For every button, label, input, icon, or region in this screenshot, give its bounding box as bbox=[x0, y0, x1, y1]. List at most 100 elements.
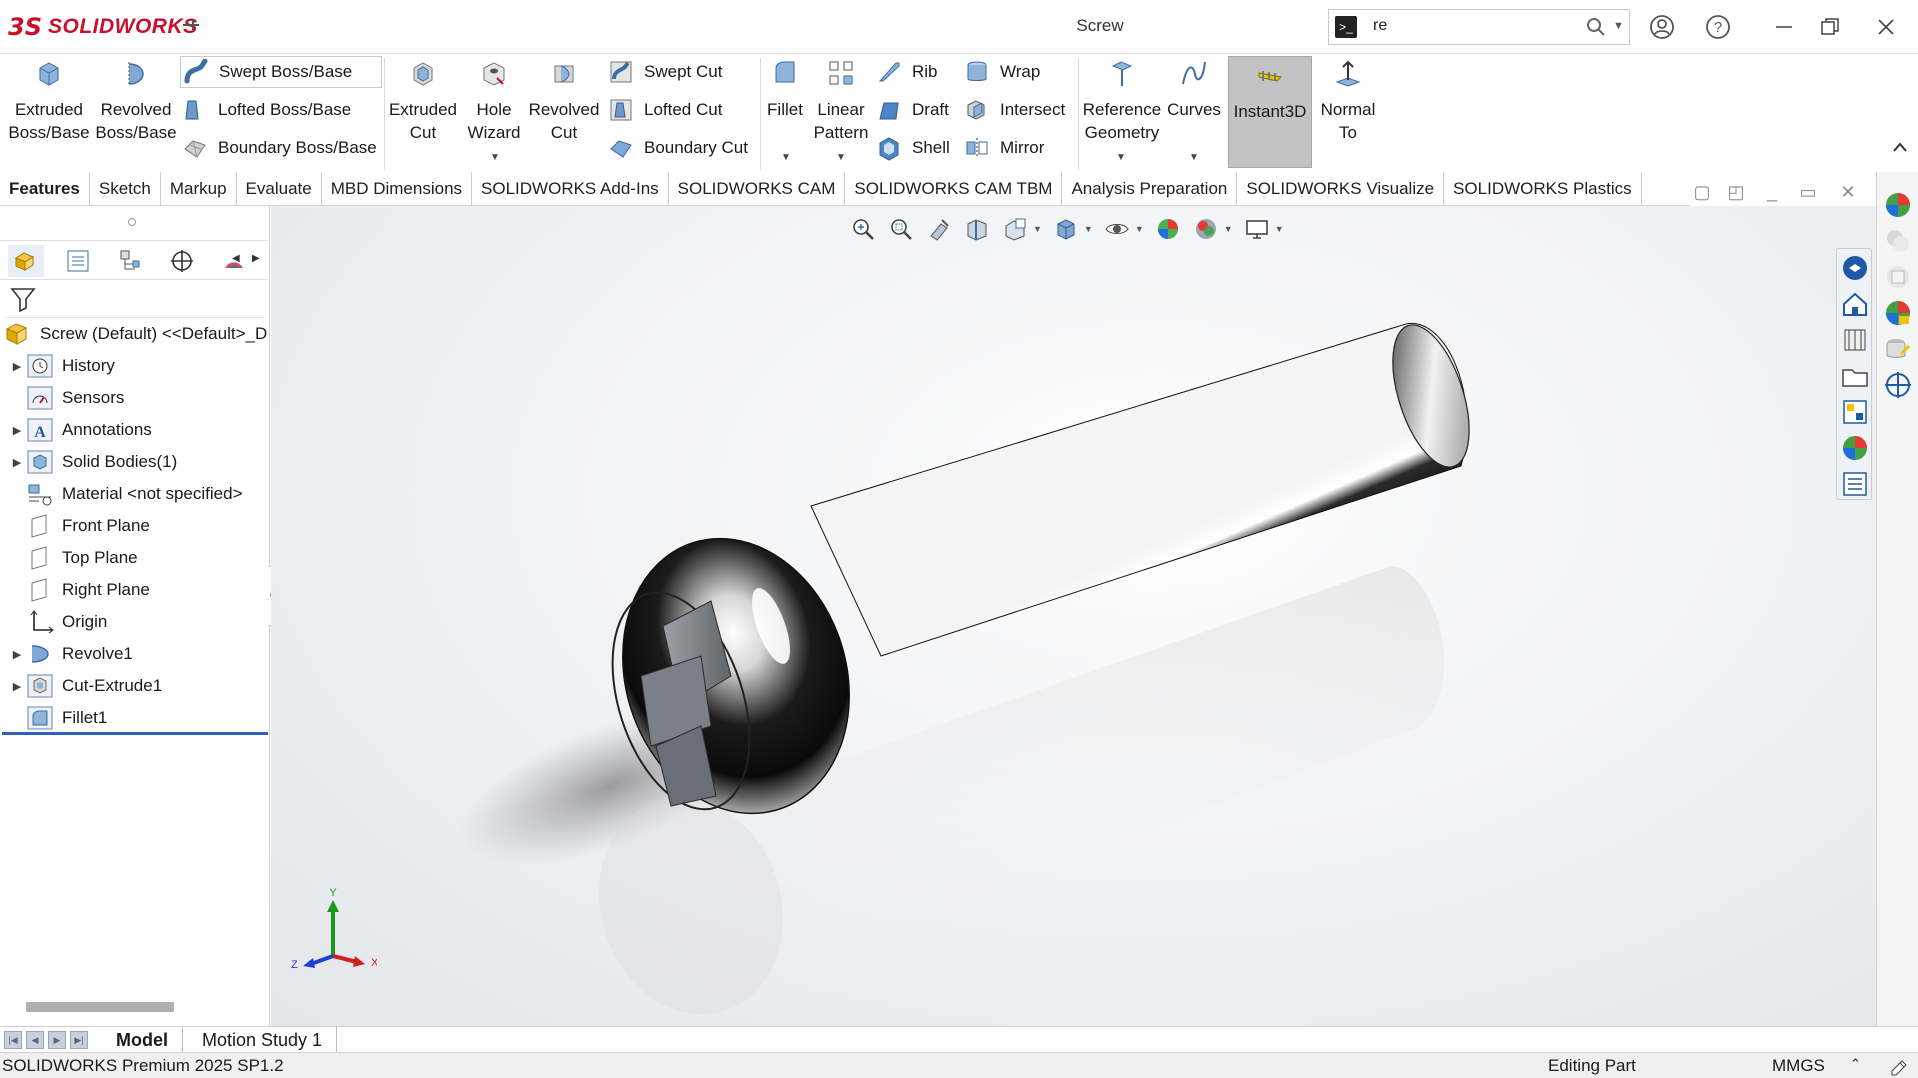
file-explorer-tp-icon[interactable] bbox=[1883, 262, 1913, 292]
close-window-icon[interactable] bbox=[1868, 10, 1904, 44]
dimxpert-manager-tab[interactable] bbox=[164, 245, 200, 277]
tree-item-sensors[interactable]: Sensors bbox=[0, 382, 268, 414]
search-icon[interactable] bbox=[1585, 16, 1607, 38]
shell-button[interactable]: Shell bbox=[876, 132, 950, 164]
configuration-manager-tab[interactable] bbox=[112, 245, 148, 277]
panel-grip-icon[interactable] bbox=[128, 218, 136, 226]
wrap-button[interactable]: Wrap bbox=[964, 56, 1040, 88]
tab-model[interactable]: Model bbox=[102, 1027, 183, 1053]
tree-root-part[interactable]: Screw (Default) <<Default>_D bbox=[0, 318, 268, 350]
mirror-button[interactable]: Mirror bbox=[964, 132, 1044, 164]
hole-wizard-button[interactable]: Hole Wizard bbox=[460, 58, 528, 144]
curves-button[interactable]: Curves bbox=[1164, 58, 1224, 121]
hole-wizard-dropdown-icon[interactable]: ▼ bbox=[490, 152, 500, 163]
tree-item-top-plane[interactable]: Top Plane bbox=[0, 542, 268, 574]
tree-item-solid-bodies-1[interactable]: ▶ Solid Bodies(1) bbox=[0, 446, 268, 478]
tab-solidworks-plastics[interactable]: SOLIDWORKS Plastics bbox=[1444, 172, 1642, 206]
tab-solidworks-visualize[interactable]: SOLIDWORKS Visualize bbox=[1237, 172, 1445, 206]
first-tab-nav-icon[interactable]: |◀ bbox=[4, 1031, 22, 1049]
help-icon[interactable]: ? bbox=[1700, 10, 1736, 44]
expand-arrow-icon[interactable]: ▶ bbox=[8, 648, 26, 661]
minimize-window-icon[interactable] bbox=[1766, 10, 1802, 44]
doc-minimize-icon[interactable]: _ bbox=[1760, 180, 1784, 204]
view-palette-icon[interactable] bbox=[1840, 397, 1870, 427]
filter-icon[interactable] bbox=[8, 284, 40, 316]
linear-pattern-button[interactable]: Linear Pattern bbox=[810, 58, 872, 144]
boundary-boss-button[interactable]: Boundary Boss/Base bbox=[182, 132, 377, 164]
swept-cut-button[interactable]: Swept Cut bbox=[608, 56, 722, 88]
view-restore-icon[interactable]: ◰ bbox=[1724, 180, 1748, 204]
tree-item-right-plane[interactable]: Right Plane bbox=[0, 574, 268, 606]
tab-features[interactable]: Features bbox=[0, 172, 90, 206]
tree-item-cut-extrude1[interactable]: ▶ Cut-Extrude1 bbox=[0, 670, 268, 702]
tree-item-front-plane[interactable]: Front Plane bbox=[0, 510, 268, 542]
lofted-boss-button[interactable]: Lofted Boss/Base bbox=[182, 94, 351, 126]
collapse-ribbon-icon[interactable] bbox=[1892, 140, 1908, 156]
file-explorer-icon[interactable] bbox=[1840, 361, 1870, 391]
normal-to-button[interactable]: Normal To bbox=[1314, 58, 1382, 144]
tree-item-fillet1[interactable]: Fillet1 bbox=[0, 702, 268, 734]
design-library-icon[interactable] bbox=[1840, 325, 1870, 355]
appearances-scenes-icon[interactable] bbox=[1883, 298, 1913, 328]
curves-dropdown-icon[interactable]: ▼ bbox=[1189, 152, 1199, 163]
intersect-button[interactable]: Intersect bbox=[964, 94, 1065, 126]
revolved-boss-button[interactable]: Revolved Boss/Base bbox=[94, 58, 178, 144]
home-view-icon[interactable] bbox=[1840, 289, 1870, 319]
graphics-area[interactable]: ▼ ▼ ▼ ▼ ▼ Y X Z bbox=[271, 206, 1876, 1026]
solidworks-logo[interactable]: 3S SOLIDWORKS bbox=[8, 10, 198, 44]
appearances-icon[interactable] bbox=[1840, 433, 1870, 463]
prev-tab-nav-icon[interactable]: ◀ bbox=[26, 1031, 44, 1049]
extruded-cut-button[interactable]: Extruded Cut bbox=[386, 58, 460, 144]
property-manager-tab[interactable] bbox=[60, 245, 96, 277]
swept-boss-button[interactable]: Swept Boss/Base bbox=[180, 56, 382, 88]
instant3d-button[interactable]: Instant3D bbox=[1228, 56, 1312, 168]
tab-markup[interactable]: Markup bbox=[161, 172, 237, 206]
tab-solidworks-cam[interactable]: SOLIDWORKS CAM bbox=[669, 172, 846, 206]
tile-view-icon[interactable]: ▢ bbox=[1690, 180, 1714, 204]
lofted-cut-button[interactable]: Lofted Cut bbox=[608, 94, 722, 126]
design-library-tp-icon[interactable] bbox=[1883, 226, 1913, 256]
tab-mbd-dimensions[interactable]: MBD Dimensions bbox=[322, 172, 473, 206]
tree-horizontal-scrollbar[interactable] bbox=[26, 1002, 174, 1012]
tree-item-material-not-specified[interactable]: Material <not specified> bbox=[0, 478, 268, 510]
tree-item-origin[interactable]: Origin bbox=[0, 606, 268, 638]
rollback-bar[interactable] bbox=[2, 732, 268, 735]
screw-model[interactable] bbox=[271, 206, 1876, 1026]
doc-maximize-icon[interactable]: ▭ bbox=[1796, 180, 1820, 204]
expand-arrow-icon[interactable]: ▶ bbox=[8, 456, 26, 469]
units-menu-icon[interactable]: ⌃ bbox=[1850, 1056, 1861, 1072]
rib-button[interactable]: Rib bbox=[876, 56, 938, 88]
next-tab-nav-icon[interactable]: ▶ bbox=[48, 1031, 66, 1049]
boundary-cut-button[interactable]: Boundary Cut bbox=[608, 132, 748, 164]
command-search-box[interactable]: >_ re ▼ bbox=[1328, 9, 1630, 45]
draft-button[interactable]: Draft bbox=[876, 94, 949, 126]
reference-geometry-dropdown-icon[interactable]: ▼ bbox=[1116, 152, 1126, 163]
tab-sketch[interactable]: Sketch bbox=[90, 172, 161, 206]
solidworks-forum-icon[interactable] bbox=[1883, 370, 1913, 400]
tree-filter-bar[interactable] bbox=[4, 282, 264, 318]
custom-properties-tp-icon[interactable] bbox=[1883, 334, 1913, 364]
tab-analysis-preparation[interactable]: Analysis Preparation bbox=[1062, 172, 1238, 206]
linear-pattern-dropdown-icon[interactable]: ▼ bbox=[836, 152, 846, 163]
tab-motion-study-1[interactable]: Motion Study 1 bbox=[188, 1027, 338, 1053]
panel-tab-scroll-right-icon[interactable]: ▶ bbox=[252, 253, 260, 264]
status-units[interactable]: MMGS bbox=[1772, 1056, 1825, 1076]
extruded-boss-button[interactable]: Extruded Boss/Base bbox=[6, 58, 92, 144]
expand-arrow-icon[interactable]: ▶ bbox=[8, 424, 26, 437]
revolved-cut-button[interactable]: Revolved Cut bbox=[528, 58, 600, 144]
quick-tips-icon[interactable] bbox=[1888, 1055, 1910, 1077]
expand-arrow-icon[interactable]: ▶ bbox=[8, 680, 26, 693]
reference-geometry-button[interactable]: Reference Geometry bbox=[1080, 58, 1164, 144]
doc-close-icon[interactable]: ✕ bbox=[1836, 180, 1860, 204]
tree-item-history[interactable]: ▶ History bbox=[0, 350, 268, 382]
panel-tab-scroll-left-icon[interactable]: ◀ bbox=[232, 253, 240, 264]
search-input[interactable]: re bbox=[1373, 17, 1387, 35]
solidworks-resources-icon[interactable] bbox=[1883, 190, 1913, 220]
tab-solidworks-cam-tbm[interactable]: SOLIDWORKS CAM TBM bbox=[845, 172, 1063, 206]
restore-window-icon[interactable] bbox=[1812, 10, 1848, 44]
fillet-button[interactable]: Fillet bbox=[762, 58, 808, 121]
pin-icon[interactable] bbox=[178, 14, 204, 40]
tree-item-annotations[interactable]: ▶ A Annotations bbox=[0, 414, 268, 446]
search-dropdown-icon[interactable]: ▼ bbox=[1613, 20, 1624, 32]
feature-manager-tab[interactable] bbox=[8, 245, 44, 277]
